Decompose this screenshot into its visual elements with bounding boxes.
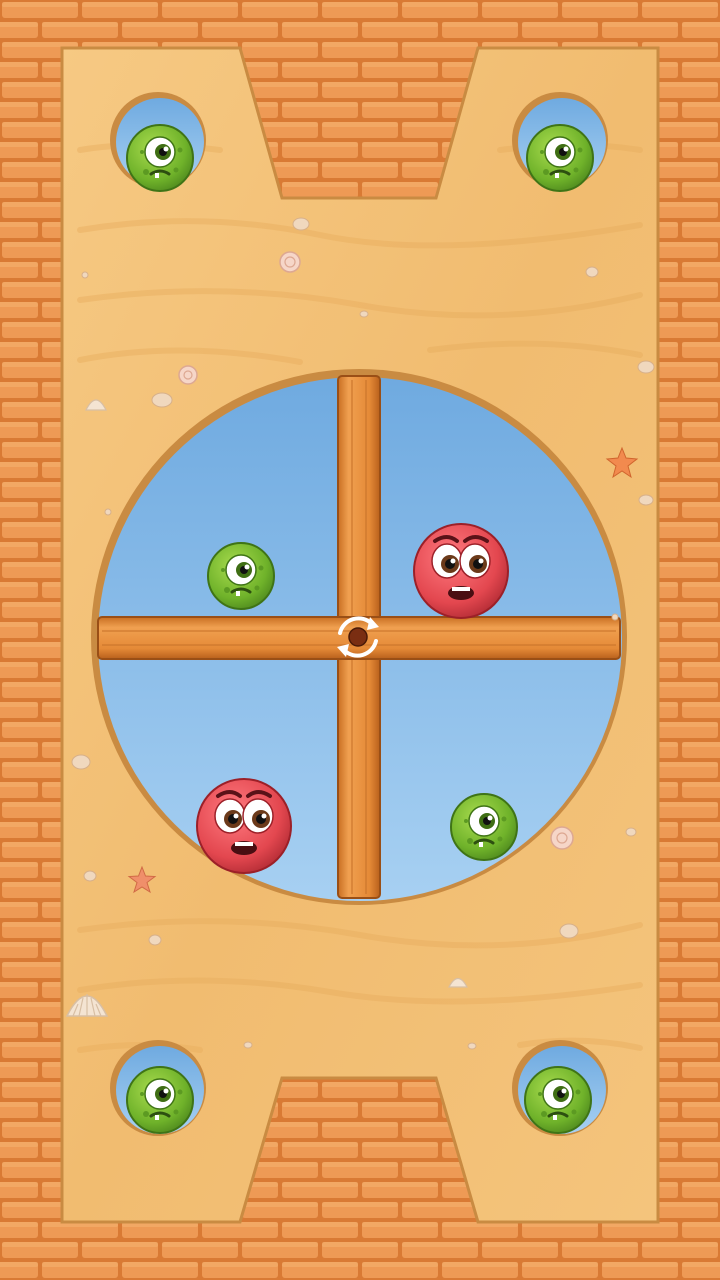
seashell-icon xyxy=(550,826,574,850)
red-monster-icon xyxy=(412,522,510,620)
green-monster-icon xyxy=(525,123,595,193)
seashell-icon xyxy=(178,365,198,385)
green-monster-icon xyxy=(125,123,195,193)
green-monster-icon xyxy=(206,541,276,611)
seashell-icon xyxy=(279,251,301,273)
green-monster-icon xyxy=(449,792,519,862)
green-monster-icon xyxy=(125,1065,195,1135)
green-monster-icon xyxy=(523,1065,593,1135)
rotate-button[interactable] xyxy=(328,607,388,667)
red-monster-icon xyxy=(195,777,293,875)
